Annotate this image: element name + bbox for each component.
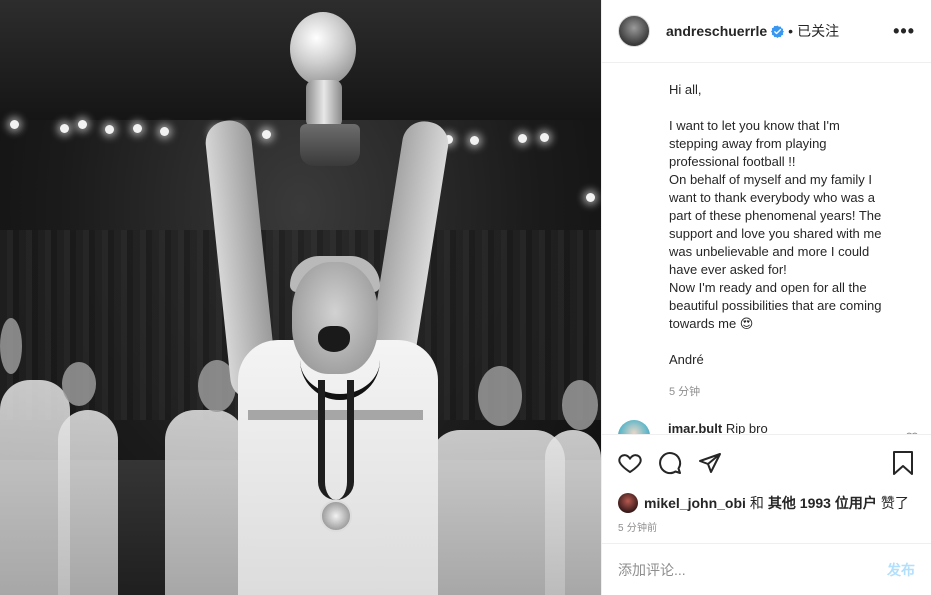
commenter-username[interactable]: imar.bult [668, 421, 722, 434]
author-username[interactable]: andreschuerrle [666, 23, 767, 39]
caption-line: On behalf of myself and my family I [669, 172, 873, 187]
comments-area[interactable]: Hi all, I want to let you know that I'm … [602, 63, 931, 434]
background-player [545, 430, 601, 595]
stadium-light [518, 134, 527, 143]
background-player-head [62, 362, 96, 406]
likes-and: 和 [749, 495, 764, 511]
add-comment-bar: 发布 [602, 543, 931, 595]
instagram-post: andreschuerrle • 已关注 ••• Hi all, I want … [0, 0, 931, 595]
stadium-light [470, 136, 479, 145]
verified-badge-icon [771, 25, 785, 38]
player-mouth [318, 326, 350, 352]
liker-username[interactable]: mikel_john_obi [644, 495, 746, 511]
medal [320, 500, 352, 532]
post-sidebar: andreschuerrle • 已关注 ••• Hi all, I want … [601, 0, 931, 595]
stadium-light [160, 127, 169, 136]
trophy-stem [306, 80, 342, 128]
caption-line: Now I'm ready and open for all the [669, 280, 867, 295]
comment-like-icon[interactable] [906, 430, 918, 434]
comment-icon[interactable] [656, 449, 684, 477]
comment-input[interactable] [618, 561, 887, 578]
comment-item: imar.bult Rip bro [618, 420, 918, 434]
comment-text: imar.bult Rip bro [668, 420, 768, 434]
caption-line: was unbelievable and more I could [669, 244, 870, 259]
stadium-light [586, 193, 595, 202]
post-actions [602, 434, 931, 491]
more-options-icon[interactable]: ••• [893, 21, 915, 42]
medal-lanyard [318, 380, 354, 500]
comment-body: Rip bro [725, 421, 768, 434]
caption-line: professional football !! [669, 154, 796, 169]
caption-line: stepping away from playing [669, 136, 827, 151]
likes-verb: 赞了 [880, 495, 909, 511]
caption-line: want to thank everybody who was a [669, 190, 875, 205]
caption-gap [669, 99, 915, 117]
author-avatar[interactable] [618, 15, 650, 47]
caption-line: Hi all, [669, 82, 702, 97]
post-caption: Hi all, I want to let you know that I'm … [669, 81, 915, 369]
stadium-light [10, 120, 19, 129]
commenter-avatar[interactable] [618, 420, 650, 434]
separator-dot: • [788, 23, 794, 39]
stadium-light [105, 125, 114, 134]
stadium-light [262, 130, 271, 139]
caption-timestamp[interactable]: 5 分钟 [669, 383, 915, 399]
caption-line: have ever asked for! [669, 262, 787, 277]
player-head [292, 262, 378, 374]
post-photo[interactable] [0, 0, 601, 595]
background-player-head [478, 366, 522, 426]
caption-line: I want to let you know that I'm [669, 118, 840, 133]
bookmark-icon[interactable] [889, 449, 917, 477]
like-icon[interactable] [616, 449, 644, 477]
liker-avatar[interactable] [618, 493, 638, 513]
stadium-light [60, 124, 69, 133]
stadium-light [133, 124, 142, 133]
caption-line: beautiful possibilities that are coming [669, 298, 882, 313]
share-icon[interactable] [696, 449, 724, 477]
post-header: andreschuerrle • 已关注 ••• [602, 0, 931, 63]
likes-others[interactable]: 其他 1993 位用户 [768, 493, 877, 513]
follow-status-button[interactable]: 已关注 [797, 21, 839, 41]
caption-line: part of these phenomenal years! The [669, 208, 882, 223]
post-timestamp[interactable]: 5 分钟前 [602, 515, 931, 543]
caption-gap [669, 333, 915, 351]
likes-summary: mikel_john_obi 和 其他 1993 位用户 赞了 [602, 491, 931, 515]
world-cup-trophy [290, 12, 356, 86]
caption-line: towards me 😍 [669, 316, 754, 331]
background-player [58, 410, 118, 595]
stadium-light [78, 120, 87, 129]
caption-line: support and love you shared with me [669, 226, 882, 241]
trophy-base [300, 124, 360, 166]
background-player-head [0, 318, 22, 374]
publish-button[interactable]: 发布 [887, 560, 915, 580]
background-player [165, 410, 245, 595]
stadium-light [540, 133, 549, 142]
background-player-head [562, 380, 598, 430]
caption-signature: André [669, 352, 704, 367]
